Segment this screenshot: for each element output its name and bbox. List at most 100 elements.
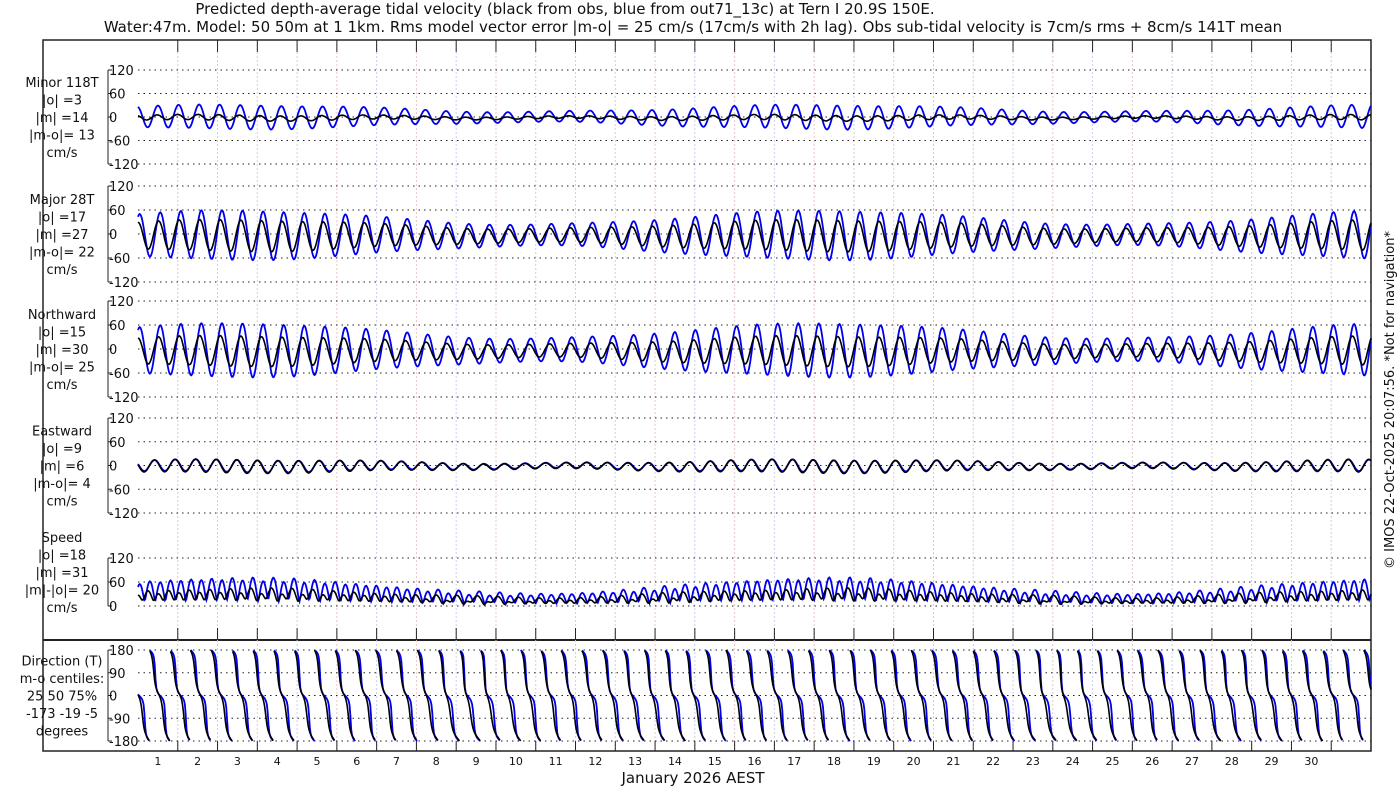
x-tick-label: 22 [986,755,1000,768]
y-tick-label: 180 [109,644,134,659]
x-tick-label: 16 [748,755,762,768]
panel-label: |m-o|= 13 [29,129,95,144]
tidal-velocity-chart: Predicted depth-average tidal velocity (… [20,0,1398,787]
x-tick-label: 21 [946,755,960,768]
panel-label: cm/s [47,263,78,278]
x-tick-label: 10 [509,755,523,768]
y-tick-label: -60 [109,367,130,382]
x-tick-label: 7 [393,755,400,768]
panel-label: Major 28T [30,193,95,208]
panel-label: |m| =30 [36,343,89,358]
panel-label: |o| =18 [38,549,86,564]
x-tick-label: 28 [1225,755,1239,768]
y-tick-label: 60 [109,319,126,334]
y-tick-label: -180 [109,735,139,750]
panel-label: 25 50 75% [27,690,97,705]
y-tick-label: 90 [109,667,126,682]
y-tick-label: 60 [109,576,126,591]
panel-label: m-o centiles: [20,672,105,687]
y-tick-label: -60 [109,483,130,498]
y-tick-label: 0 [109,343,117,358]
x-tick-label: 13 [628,755,642,768]
x-tick-label: 15 [708,755,722,768]
panel-major: 120 60 0 -60 -120 Major 28T |o| =17 |m| =27 |m-o… [29,180,1372,291]
y-tick-label: -60 [109,252,130,267]
model-series-major [137,209,1372,262]
chart-title-line1: Predicted depth-average tidal velocity (… [195,0,934,19]
panel-label: Eastward [32,425,92,440]
y-tick-label: -60 [109,135,130,150]
y-tick-label: 60 [109,204,126,219]
panel-label: cm/s [47,146,78,161]
panel-label: |o| =3 [42,94,82,109]
obs-series-eastward [137,458,1372,475]
y-tick-label: -120 [109,507,139,522]
x-tick-label: 19 [867,755,881,768]
x-tick-label: 2 [194,755,201,768]
y-tick-label: 60 [109,436,126,451]
panel-direction: 180 90 0 -90 -180 Direction (T) m-o centiles: 2… [20,644,1372,750]
x-tick-label: 3 [234,755,241,768]
x-tick-label: 20 [907,755,921,768]
obs-series-minor [137,113,1372,123]
panel-label: |m|-|o|= 20 [25,584,99,599]
model-series-northward [137,321,1372,379]
x-tick-label: 27 [1185,755,1199,768]
panel-label: |m-o|= 22 [29,246,95,261]
x-tick-label: 18 [827,755,841,768]
x-tick-label: 23 [1026,755,1040,768]
y-tick-label: 0 [109,600,117,615]
panel-label: |o| =15 [38,326,86,341]
panel-label: degrees [36,725,89,740]
panel-label: |m-o|= 25 [29,361,95,376]
panel-label: cm/s [47,495,78,510]
y-tick-label: 120 [109,552,134,567]
y-tick-label: 0 [109,111,117,126]
panel-minor: 120 60 0 -60 -120 Minor 118T |o| =3 |m| =14 |m-o… [25,64,1372,173]
y-tick-label: -120 [109,391,139,406]
panel-label: |m| =27 [36,228,89,243]
y-tick-label: 120 [109,64,134,79]
panel-label: cm/s [47,378,78,393]
x-tick-label: 30 [1304,755,1318,768]
panel-label: Northward [28,308,96,323]
y-tick-label: 0 [109,460,117,475]
x-tick-label: 4 [274,755,281,768]
y-tick-label: 120 [109,180,134,195]
panel-label: Minor 118T [25,76,98,91]
panel-label: |o| =9 [42,442,82,457]
panel-label: Speed [42,531,83,546]
y-tick-label: 120 [109,295,134,310]
panel-label: -173 -19 -5 [26,707,98,722]
chart-title-line2: Water:47m. Model: 50 50m at 1 1km. Rms m… [104,18,1282,36]
x-tick-label: 26 [1145,755,1159,768]
y-tick-label: -120 [109,158,139,173]
panel-label: |o| =17 [38,211,86,226]
x-tick-label: 12 [588,755,602,768]
x-tick-label: 9 [473,755,480,768]
panel-label: Direction (T) [22,655,103,670]
panel-label: |m-o|= 4 [33,477,91,492]
x-axis-label: January 2026 AEST [621,769,766,787]
panel-label: cm/s [47,601,78,616]
y-tick-label: -120 [109,276,139,291]
y-tick-label: 120 [109,412,134,427]
panel-label: |m| =6 [40,460,85,475]
x-tick-label: 24 [1066,755,1080,768]
x-tick-label: 6 [353,755,360,768]
obs-series-major [137,218,1372,253]
y-tick-label: 0 [109,228,117,243]
x-tick-label: 25 [1105,755,1119,768]
x-tick-label: 8 [433,755,440,768]
x-tick-label: 14 [668,755,682,768]
y-tick-label: 60 [109,88,126,103]
x-tick-label: 1 [154,755,161,768]
panel-label: |m| =31 [36,566,89,581]
x-tick-label: 17 [787,755,801,768]
x-tick-label: 11 [549,755,563,768]
y-tick-label: 0 [109,690,117,705]
panel-speed: 120 60 0 Speed |o| =18 |m| =31 |m|-|o|= 20 cm/s [25,531,1372,616]
panel-label: |m| =14 [36,111,89,126]
x-tick-label: 5 [313,755,320,768]
y-tick-label: -90 [109,712,130,727]
